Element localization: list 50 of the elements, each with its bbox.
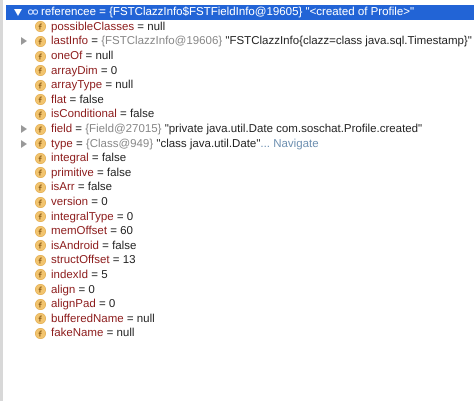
navigate-link[interactable]: ... Navigate xyxy=(260,138,319,150)
field-text: memOffset = 60 xyxy=(51,225,133,238)
field-text: arrayDim = 0 xyxy=(51,64,118,77)
field-icon xyxy=(35,80,46,91)
field-icon xyxy=(35,298,46,310)
field-icon xyxy=(35,240,46,252)
expand-arrow-icon[interactable] xyxy=(21,37,27,46)
field-text: flat = false xyxy=(51,94,104,106)
field-icon xyxy=(35,196,46,208)
field-text: oneOf = null xyxy=(51,50,114,62)
field-icon xyxy=(35,21,46,32)
field-text: isAndroid = false xyxy=(51,240,136,252)
field-text: possibleClasses = null xyxy=(51,20,166,33)
field-icon xyxy=(35,50,46,62)
field-icon xyxy=(35,254,46,266)
field-icon xyxy=(35,269,46,280)
variable-text: referencee = {FSTClazzInfo$FSTFieldInfo@19605} "<created of Profile>" xyxy=(41,6,414,18)
field-text: arrayType = null xyxy=(51,79,134,92)
field-text: integralType = 0 xyxy=(51,210,134,223)
field-icon xyxy=(35,167,46,178)
field-icon xyxy=(35,152,46,164)
field-text: primitive = false xyxy=(51,166,132,179)
collapse-arrow-icon[interactable] xyxy=(14,8,22,16)
field-text: isConditional = false xyxy=(51,108,154,120)
field-icon xyxy=(35,182,46,193)
field-icon xyxy=(35,284,46,296)
field-text: bufferedName = null xyxy=(51,312,155,325)
field-icon xyxy=(35,94,46,106)
field-text: version = 0 xyxy=(51,196,108,208)
field-text: isArr = false xyxy=(51,181,112,194)
tree-row[interactable]: referencee = {FSTClazzInfo$FSTFieldInfo@19605} "<created of Profile>" xyxy=(6,5,474,20)
field-icon xyxy=(35,65,46,76)
field-text: alignPad = 0 xyxy=(51,298,116,310)
field-icon xyxy=(35,36,46,47)
field-icon xyxy=(35,226,46,237)
field-text: indexId = 5 xyxy=(51,268,108,281)
field-text: structOffset = 13 xyxy=(51,254,136,266)
field-text: fakeName = null xyxy=(51,327,134,340)
field-icon xyxy=(35,313,46,324)
field-text: integral = false xyxy=(51,152,126,164)
field-icon xyxy=(35,211,46,222)
field-text: field = {Field@27015} "private java.util.Date com.soschat.Profile.created" xyxy=(51,123,422,136)
field-text: type = {Class@949} "class java.util.Date" xyxy=(51,138,260,150)
field-text: lastInfo = {FSTClazzInfo@19606} "FSTClazzInfo{clazz=class java.sql.Timestamp}" xyxy=(51,35,472,48)
field-text: align = 0 xyxy=(51,284,95,296)
field-icon xyxy=(35,108,46,120)
field-icon xyxy=(35,138,46,150)
watch-icon xyxy=(28,9,38,16)
field-icon xyxy=(35,124,46,135)
field-icon xyxy=(35,328,46,339)
